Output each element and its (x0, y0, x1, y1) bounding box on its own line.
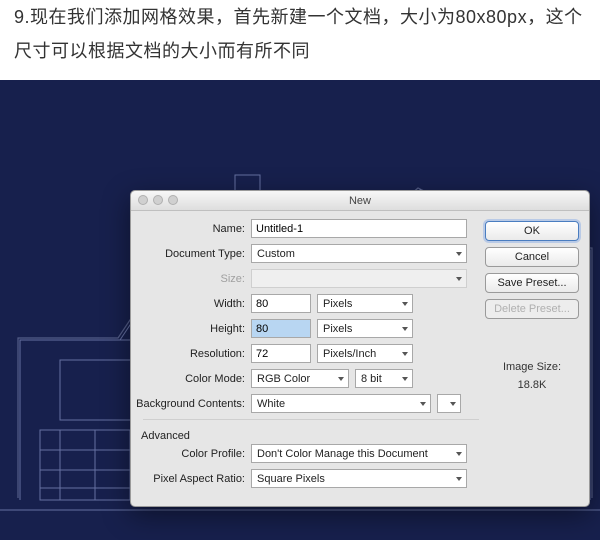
doctype-select[interactable]: Custom (251, 244, 467, 263)
name-input[interactable] (251, 219, 467, 238)
cancel-button[interactable]: Cancel (485, 247, 579, 267)
width-input[interactable] (251, 294, 311, 313)
height-input[interactable] (251, 319, 311, 338)
new-document-dialog: New Name: Document Type: Custom Size: Wi… (130, 190, 590, 507)
resolution-input[interactable] (251, 344, 311, 363)
window-min-dot[interactable] (153, 195, 163, 205)
label-colormode: Color Mode: (131, 373, 251, 385)
label-width: Width: (131, 298, 251, 310)
save-preset-button[interactable]: Save Preset... (485, 273, 579, 293)
ok-button[interactable]: OK (485, 221, 579, 241)
label-colorprofile: Color Profile: (131, 448, 251, 460)
label-doctype: Document Type: (131, 248, 251, 260)
label-name: Name: (131, 223, 251, 235)
image-size-readout: Image Size: 18.8K (485, 359, 579, 394)
dialog-side-column: OK Cancel Save Preset... Delete Preset..… (479, 219, 579, 494)
height-unit-select[interactable]: Pixels (317, 319, 413, 338)
dialog-title: New (349, 195, 371, 207)
background-screenshot: New Name: Document Type: Custom Size: Wi… (0, 80, 600, 540)
window-zoom-dot[interactable] (168, 195, 178, 205)
width-unit-select[interactable]: Pixels (317, 294, 413, 313)
image-size-value: 18.8K (485, 377, 579, 395)
size-select (251, 269, 467, 288)
image-size-label: Image Size: (485, 359, 579, 377)
advanced-section-label: Advanced (131, 426, 479, 444)
label-size: Size: (131, 273, 251, 285)
window-close-dot[interactable] (138, 195, 148, 205)
article-step-text: 9.现在我们添加网格效果，首先新建一个文档，大小为80x80px，这个尺寸可以根… (0, 0, 600, 80)
bgcontents-select[interactable]: White (251, 394, 431, 413)
label-bgcontents: Background Contents: (131, 398, 251, 410)
dialog-form-column: Name: Document Type: Custom Size: Width:… (131, 219, 479, 494)
bgcolor-swatch[interactable] (437, 394, 461, 413)
resolution-unit-select[interactable]: Pixels/Inch (317, 344, 413, 363)
dialog-titlebar[interactable]: New (131, 191, 589, 211)
bitdepth-select[interactable]: 8 bit (355, 369, 413, 388)
colorprofile-select[interactable]: Don't Color Manage this Document (251, 444, 467, 463)
colormode-select[interactable]: RGB Color (251, 369, 349, 388)
pixelaspect-select[interactable]: Square Pixels (251, 469, 467, 488)
label-pixelaspect: Pixel Aspect Ratio: (131, 473, 251, 485)
delete-preset-button: Delete Preset... (485, 299, 579, 319)
label-height: Height: (131, 323, 251, 335)
label-resolution: Resolution: (131, 348, 251, 360)
window-controls (138, 195, 178, 205)
